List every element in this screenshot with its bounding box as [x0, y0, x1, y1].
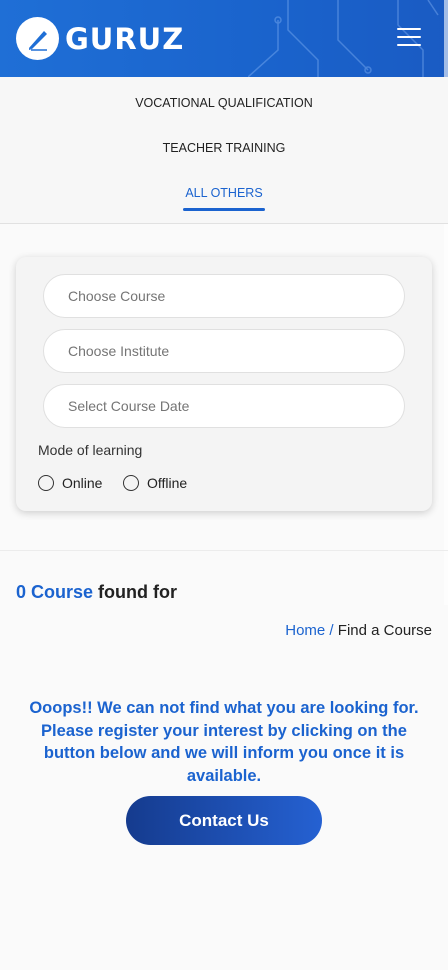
radio-label-offline: Offline	[147, 475, 188, 491]
radio-circle-icon[interactable]	[123, 475, 139, 491]
mode-online-radio[interactable]: Online	[38, 475, 102, 491]
choose-course-input[interactable]	[43, 274, 405, 318]
results-heading: 0 Course found for	[16, 582, 177, 603]
mode-offline-radio[interactable]: Offline	[123, 475, 187, 491]
choose-institute-input[interactable]	[43, 329, 405, 373]
top-app-bar: GURUZ	[0, 0, 448, 77]
contact-us-button[interactable]: Contact Us	[126, 796, 322, 845]
results-count: 0 Course	[16, 582, 94, 602]
radio-label-online: Online	[62, 475, 103, 491]
mode-of-learning-label: Mode of learning	[38, 442, 143, 458]
breadcrumb-home-link[interactable]: Home	[285, 622, 325, 639]
breadcrumb-separator: /	[325, 622, 338, 639]
results-suffix: found for	[93, 582, 178, 602]
active-tab-indicator	[183, 208, 265, 211]
tab-teacher-training[interactable]: TEACHER TRAINING	[0, 141, 448, 155]
tab-all-others[interactable]: ALL OTHERS	[0, 186, 448, 200]
category-tabs: VOCATIONAL QUALIFICATION TEACHER TRAININ…	[0, 77, 448, 224]
section-divider	[0, 550, 448, 551]
breadcrumb-current: Find a Course	[337, 622, 432, 639]
pen-nib-logo-icon	[16, 17, 59, 60]
radio-circle-icon[interactable]	[38, 475, 54, 491]
guruz-logo[interactable]: GURUZ	[16, 17, 184, 60]
course-filter-card: Mode of learning Online Offline	[16, 257, 432, 511]
tab-vocational-qualification[interactable]: VOCATIONAL QUALIFICATION	[0, 96, 448, 110]
no-results-message: Ooops!! We can not find what you are loo…	[29, 699, 419, 785]
hamburger-menu-icon[interactable]	[397, 28, 421, 46]
select-course-date-input[interactable]	[43, 384, 405, 428]
breadcrumb: Home / Find a Course	[285, 622, 432, 639]
logo-text: GURUZ	[65, 21, 185, 56]
